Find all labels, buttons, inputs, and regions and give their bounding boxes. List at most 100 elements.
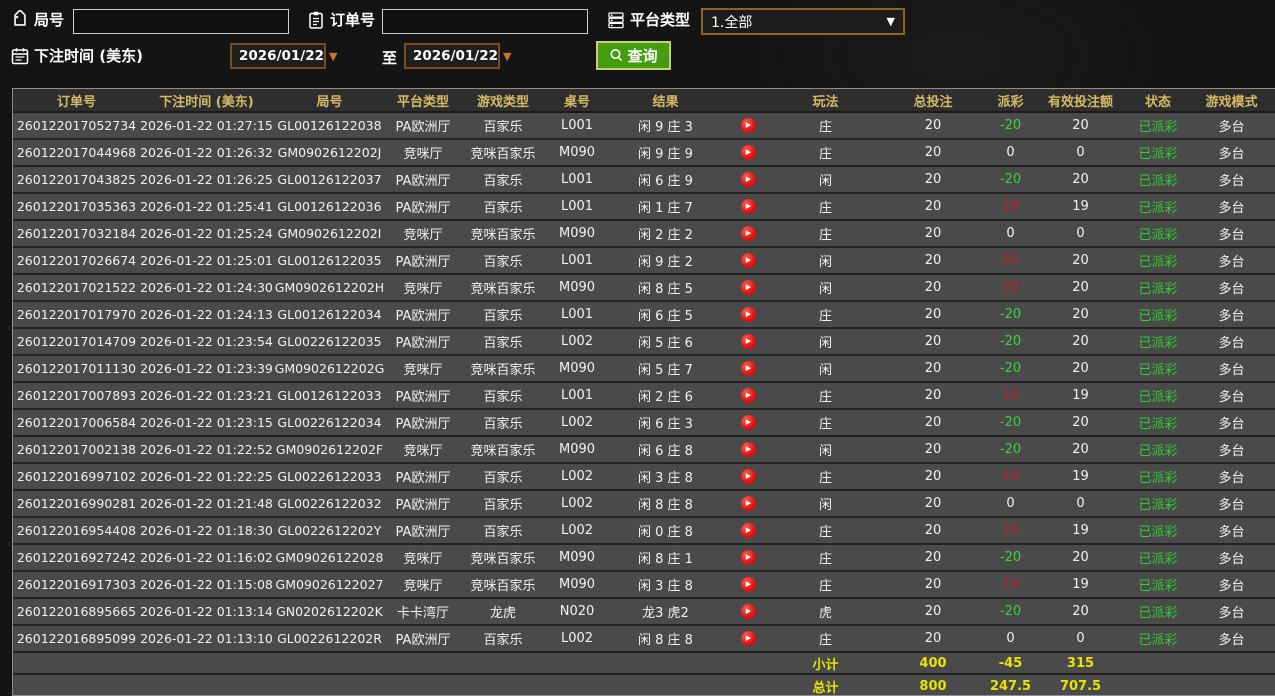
subtotal-valid: 315 <box>1066 655 1095 671</box>
cell-result: 闲 9 庄 3 <box>638 120 693 135</box>
cell-round-number: GM09026122028 <box>275 550 384 565</box>
order-input[interactable] <box>382 9 588 34</box>
cell-order-number: 260122017002138 <box>16 442 137 457</box>
cell-game-type: 百家乐 <box>483 390 523 405</box>
play-icon[interactable]: ▶ <box>740 118 756 133</box>
play-icon[interactable]: ▶ <box>740 226 756 241</box>
play-icon[interactable]: ▶ <box>740 523 756 538</box>
cell-payout: -20 <box>999 442 1022 457</box>
play-icon[interactable]: ▶ <box>740 550 756 565</box>
col-header-platform: 平台类型 <box>396 94 449 110</box>
play-icon[interactable]: ▶ <box>740 415 756 430</box>
cell-total-bet: 20 <box>924 118 942 133</box>
cell-round-number: GM0902612202H <box>274 280 385 295</box>
play-icon[interactable]: ▶ <box>740 496 756 511</box>
date-from-select[interactable]: 2026/01/22 ▼ <box>230 43 337 69</box>
cell-order-number: 260122017032184 <box>16 226 137 241</box>
cell-bet-time: 2026-01-22 01:15:08 <box>140 577 273 592</box>
cell-total-bet: 20 <box>924 253 942 268</box>
cell-game-mode: 多台 <box>1218 471 1245 486</box>
cell-bet-time: 2026-01-22 01:25:41 <box>140 199 273 214</box>
play-icon[interactable]: ▶ <box>740 361 756 376</box>
cell-bet-time: 2026-01-22 01:27:15 <box>140 118 273 133</box>
cell-round-number: GL00226122035 <box>277 334 382 349</box>
cell-status: 已派彩 <box>1138 390 1178 405</box>
play-icon[interactable]: ▶ <box>740 253 756 268</box>
round-input[interactable] <box>73 9 289 34</box>
play-icon[interactable]: ▶ <box>740 469 756 484</box>
cell-bet-time: 2026-01-22 01:26:25 <box>140 172 273 187</box>
col-header-table: 桌号 <box>563 94 590 110</box>
subtotal-total: 400 <box>919 655 947 671</box>
cell-bet-type: 庄 <box>818 201 832 216</box>
cell-game-type: 百家乐 <box>483 174 523 189</box>
query-button-label: 查询 <box>627 47 658 65</box>
cell-payout: -20 <box>999 307 1022 322</box>
cell-payout: 19 <box>1002 577 1019 592</box>
date-from-value: 2026/01/22 <box>239 48 325 64</box>
play-icon[interactable]: ▶ <box>740 388 756 403</box>
cell-valid-bet: 0 <box>1076 226 1085 241</box>
cell-platform-type: PA欧洲厅 <box>395 525 451 540</box>
cell-table-number: L001 <box>560 118 594 133</box>
cell-status: 已派彩 <box>1138 552 1178 567</box>
play-icon[interactable]: ▶ <box>740 577 756 592</box>
play-icon[interactable]: ▶ <box>740 442 756 457</box>
cell-order-number: 260122017014709 <box>16 334 137 349</box>
table-row: 260122017006584 2026-01-22 01:23:15 GL00… <box>13 410 1275 437</box>
cell-table-number: M090 <box>558 361 596 376</box>
tag-icon <box>10 9 30 30</box>
cell-total-bet: 20 <box>924 307 942 322</box>
cell-bet-time: 2026-01-22 01:23:54 <box>140 334 273 349</box>
play-icon[interactable]: ▶ <box>740 604 756 619</box>
chevron-down-icon: ▼ <box>503 49 512 63</box>
cell-table-number: L001 <box>560 253 594 268</box>
cell-bet-type: 闲 <box>818 498 832 513</box>
date-to-select[interactable]: 2026/01/22 ▼ <box>404 43 511 69</box>
cell-platform-type: 竞咪厅 <box>403 282 443 297</box>
cell-bet-type: 闲 <box>818 174 832 189</box>
order-filter: 订单号 <box>306 9 375 30</box>
cell-result: 闲 6 庄 8 <box>638 444 693 459</box>
platform-select[interactable]: 1.全部 ▼ <box>701 8 905 35</box>
bet-time-filter: 下注时间 (美东) <box>10 45 143 66</box>
table-row: 260122017032184 2026-01-22 01:25:24 GM09… <box>13 221 1275 248</box>
col-header-bet: 玩法 <box>812 94 839 110</box>
cell-table-number: L001 <box>560 172 594 187</box>
cell-payout: 19 <box>1002 199 1019 214</box>
cell-result: 闲 6 庄 3 <box>638 417 693 432</box>
play-icon[interactable]: ▶ <box>740 631 756 646</box>
cell-game-type: 百家乐 <box>483 309 523 324</box>
cell-round-number: GL0022612202R <box>277 631 382 646</box>
query-button[interactable]: 查询 <box>596 41 671 70</box>
cell-order-number: 260122017006584 <box>16 415 137 430</box>
cell-game-mode: 多台 <box>1218 552 1245 567</box>
round-filter: 局号 <box>10 9 64 30</box>
cell-order-number: 260122017007893 <box>16 388 137 403</box>
cell-bet-type: 闲 <box>818 336 832 351</box>
table-row: 260122017017970 2026-01-22 01:24:13 GL00… <box>13 302 1275 329</box>
cell-bet-type: 庄 <box>818 633 832 648</box>
cell-order-number: 260122017044968 <box>16 145 137 160</box>
cell-payout: -20 <box>999 604 1022 619</box>
cell-order-number: 260122016990281 <box>16 496 137 511</box>
play-icon[interactable]: ▶ <box>740 280 756 295</box>
cell-game-mode: 多台 <box>1218 174 1245 189</box>
play-icon[interactable]: ▶ <box>740 172 756 187</box>
play-icon[interactable]: ▶ <box>740 334 756 349</box>
cell-valid-bet: 20 <box>1072 280 1089 295</box>
cell-valid-bet: 20 <box>1072 604 1089 619</box>
cell-round-number: GM0902612202J <box>277 145 382 160</box>
cell-game-mode: 多台 <box>1218 255 1245 270</box>
table-row: 260122017026674 2026-01-22 01:25:01 GL00… <box>13 248 1275 275</box>
cell-platform-type: PA欧洲厅 <box>395 120 451 135</box>
orders-table: 订单号 下注时间 (美东) 局号 平台类型 游戏类型 桌号 结果 玩法 总投注 … <box>12 88 1275 696</box>
cell-bet-type: 庄 <box>818 579 832 594</box>
play-icon[interactable]: ▶ <box>740 145 756 160</box>
cell-round-number: GL00126122034 <box>277 307 382 322</box>
play-icon[interactable]: ▶ <box>740 199 756 214</box>
cell-order-number: 260122017017970 <box>16 307 137 322</box>
cell-result: 闲 8 庄 5 <box>638 282 693 297</box>
play-icon[interactable]: ▶ <box>740 307 756 322</box>
col-header-valid: 有效投注额 <box>1047 94 1113 110</box>
